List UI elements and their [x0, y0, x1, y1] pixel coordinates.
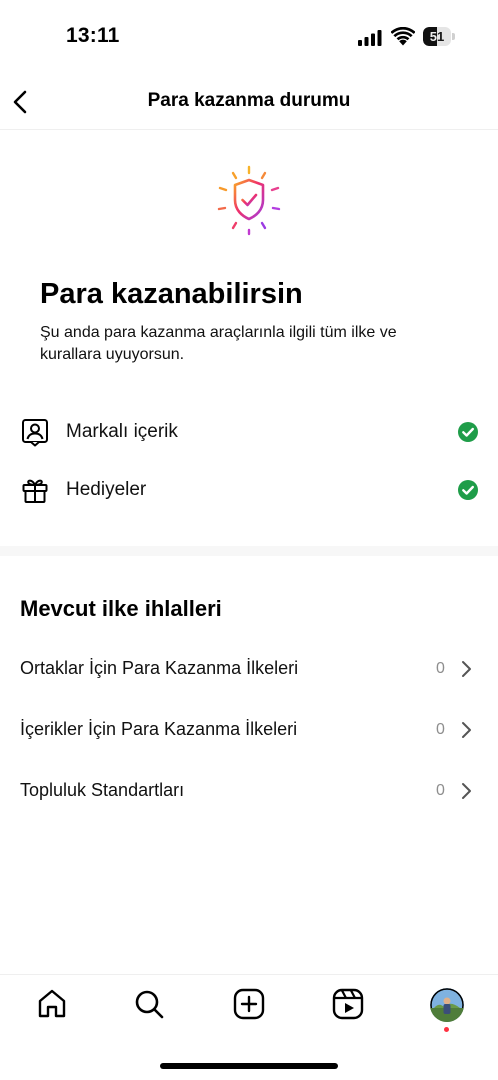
notification-dot: [444, 1027, 449, 1032]
violation-row-partner-monetization[interactable]: Ortaklar İçin Para Kazanma İlkeleri 0: [0, 647, 498, 691]
gift-icon: [22, 479, 48, 503]
eligibility-subtitle: Şu anda para kazanma araçlarınla ilgili …: [40, 324, 397, 363]
eligibility-title: Para kazanabilirsin: [40, 278, 303, 310]
violation-row-content-monetization[interactable]: İçerikler İçin Para Kazanma İlkeleri 0: [0, 708, 498, 752]
eligibility-row-branded-content: Markalı içerik: [0, 410, 498, 454]
profile-avatar[interactable]: [430, 988, 464, 1022]
violation-row-community-standards[interactable]: Topluluk Standartları 0: [0, 769, 498, 813]
chevron-right-icon: [462, 661, 471, 677]
header-divider: [0, 129, 498, 130]
violation-count: 0: [436, 660, 445, 677]
battery-indicator: 51: [423, 27, 455, 46]
chevron-right-icon: [462, 783, 471, 799]
eligibility-label: Hediyeler: [66, 479, 147, 500]
wifi-icon: [391, 27, 415, 46]
shield-check-icon: [217, 165, 281, 236]
home-indicator[interactable]: [160, 1063, 338, 1069]
violation-label: Ortaklar İçin Para Kazanma İlkeleri: [20, 658, 299, 678]
status-time: 13:11: [66, 24, 120, 47]
violations-title: Mevcut ilke ihlalleri: [20, 596, 222, 621]
search-icon[interactable]: [131, 986, 167, 1022]
violation-count: 0: [436, 721, 445, 738]
create-icon[interactable]: [231, 986, 267, 1022]
violation-label: Topluluk Standartları: [20, 780, 185, 800]
check-circle-icon: [458, 422, 478, 442]
cellular-signal-icon: [358, 30, 382, 46]
violation-label: İçerikler İçin Para Kazanma İlkeleri: [20, 719, 298, 739]
bottom-nav-divider: [0, 974, 498, 975]
eligibility-label: Markalı içerik: [66, 421, 178, 442]
section-divider: [0, 546, 498, 556]
chevron-right-icon: [462, 722, 471, 738]
battery-percentage: 51: [429, 29, 445, 44]
avatar-image: [430, 988, 464, 1022]
check-circle-icon: [458, 480, 478, 500]
violation-count: 0: [436, 782, 445, 799]
reels-icon[interactable]: [330, 986, 366, 1022]
eligibility-row-gifts: Hediyeler: [0, 468, 498, 512]
page-title: Para kazanma durumu: [147, 90, 351, 111]
branded-content-icon: [22, 419, 48, 447]
home-icon[interactable]: [34, 986, 70, 1022]
